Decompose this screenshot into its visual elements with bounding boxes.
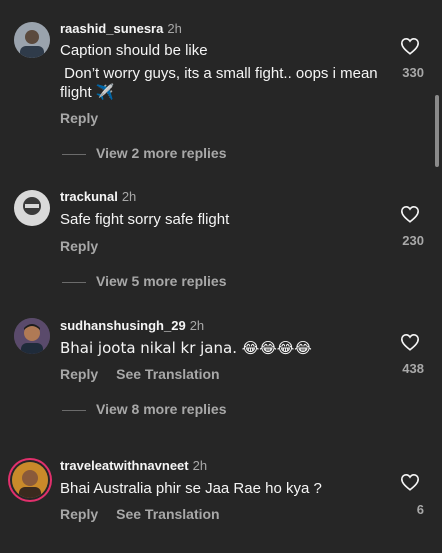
view-more-replies-label: View 2 more replies (96, 145, 227, 161)
comment-time: 2h (192, 458, 208, 473)
reply-button[interactable]: Reply (60, 238, 98, 254)
like-count: 6 (416, 502, 424, 517)
heart-outline-icon[interactable] (400, 205, 420, 223)
heart-outline-icon[interactable] (400, 473, 420, 491)
heart-outline-icon[interactable] (400, 333, 420, 351)
comment-username[interactable]: traveleatwithnavneet (60, 458, 189, 473)
reply-button[interactable]: Reply (60, 110, 98, 126)
heart-outline-icon[interactable] (400, 37, 420, 55)
see-translation-button[interactable]: See Translation (116, 506, 219, 522)
see-translation-button[interactable]: See Translation (116, 366, 219, 382)
like-count: 230 (402, 233, 424, 248)
comment-time: 2h (121, 189, 137, 204)
comment-time: 2h (167, 21, 182, 36)
reply-button[interactable]: Reply (60, 506, 98, 522)
comment-text: Bhai Australia phir se Jaa Rae ho kya ? (60, 480, 322, 497)
comment-username[interactable]: trackunal (60, 189, 118, 204)
avatar[interactable] (14, 318, 50, 354)
avatar[interactable] (14, 190, 50, 226)
view-more-replies[interactable]: View 2 more replies (62, 145, 226, 161)
view-more-replies[interactable]: View 5 more replies (62, 273, 226, 289)
comment-text-line: Caption should be like (60, 42, 208, 59)
comment-username[interactable]: sudhanshusingh_29 (60, 318, 186, 333)
view-more-replies-label: View 5 more replies (96, 273, 227, 289)
comment-text-line: Don’t worry guys, its a small fight.. oo… (60, 65, 382, 101)
view-more-replies[interactable]: View 8 more replies (62, 401, 226, 417)
like-count: 330 (402, 65, 424, 80)
comment-text: Caption should be like Don’t worry guys,… (60, 41, 380, 102)
comment-text: Bhai joota nikal kr jana. 😂😂😂😂 (60, 339, 312, 357)
scrollbar[interactable] (435, 95, 439, 167)
avatar[interactable] (12, 462, 48, 498)
comment-text: Safe fight sorry safe flight (60, 211, 230, 228)
like-count: 438 (402, 361, 424, 376)
reply-button[interactable]: Reply (60, 366, 98, 382)
comment-time: 2h (189, 318, 205, 333)
view-more-replies-label: View 8 more replies (96, 401, 227, 417)
comment-username[interactable]: raashid_sunesra (60, 21, 163, 36)
avatar[interactable] (14, 22, 50, 58)
